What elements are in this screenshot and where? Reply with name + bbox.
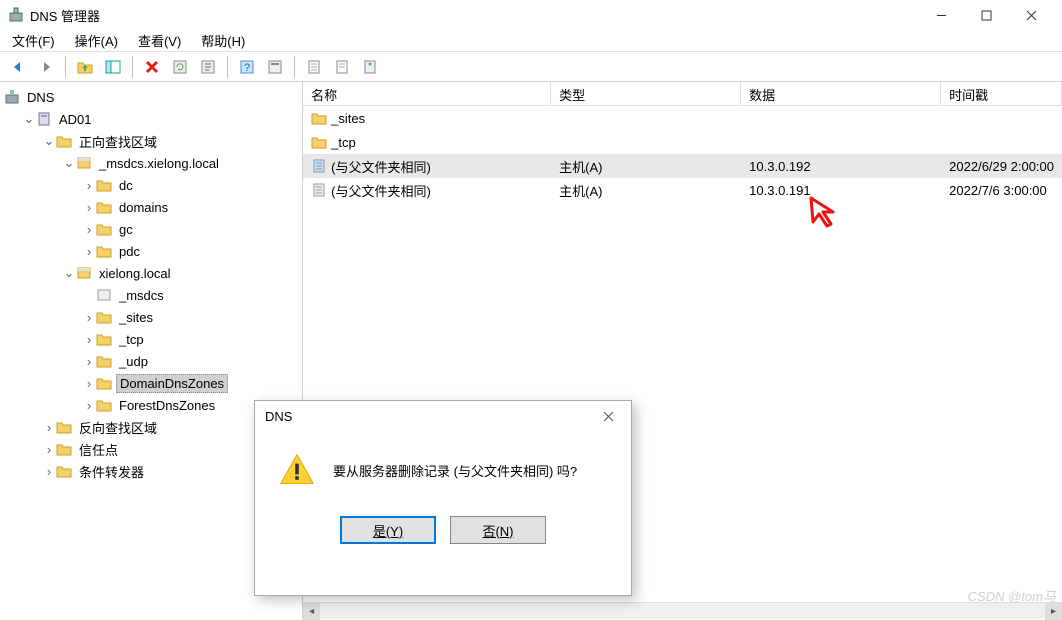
close-button[interactable] — [1009, 0, 1054, 30]
tree-gc[interactable]: ›gc — [4, 218, 298, 240]
dialog-title: DNS — [265, 409, 595, 424]
folder-icon — [311, 110, 327, 126]
tree-root-dns[interactable]: DNS — [4, 86, 298, 108]
folder-icon — [96, 177, 112, 193]
maximize-button[interactable] — [964, 0, 1009, 30]
dialog-titlebar: DNS — [255, 401, 631, 431]
menubar: 文件(F) 操作(A) 查看(V) 帮助(H) — [0, 30, 1062, 52]
folder-icon — [56, 441, 72, 457]
folder-icon — [56, 419, 72, 435]
dialog-message: 要从服务器删除记录 (与父文件夹相同) 吗? — [333, 461, 577, 480]
list-row[interactable]: (与父文件夹相同) 主机(A) 10.3.0.192 2022/6/29 2:0… — [303, 154, 1062, 178]
zone-icon — [96, 287, 112, 303]
titlebar: DNS 管理器 — [0, 0, 1062, 30]
new-zone-button[interactable] — [330, 55, 354, 79]
yes-button[interactable]: 是(Y) — [340, 516, 436, 544]
record-icon — [311, 158, 327, 174]
up-button[interactable] — [73, 55, 97, 79]
folder-icon — [96, 331, 112, 347]
tree-sub-sites[interactable]: ›_sites — [4, 306, 298, 328]
menu-view[interactable]: 查看(V) — [132, 29, 187, 52]
menu-file[interactable]: 文件(F) — [6, 29, 61, 52]
annotation-arrow-icon — [805, 192, 845, 235]
refresh-button[interactable] — [168, 55, 192, 79]
horizontal-scrollbar[interactable]: ◂ ▸ — [303, 602, 1062, 619]
tree-domain-dns-zones[interactable]: ›DomainDnsZones — [4, 372, 298, 394]
list-row[interactable]: (与父文件夹相同) 主机(A) 10.3.0.191 2022/7/6 3:00… — [303, 178, 1062, 202]
dns-icon — [4, 89, 20, 105]
svg-text:?: ? — [244, 62, 250, 74]
nav-back-button[interactable] — [6, 55, 30, 79]
window-title: DNS 管理器 — [30, 6, 919, 25]
filter-button[interactable] — [358, 55, 382, 79]
properties-button[interactable] — [263, 55, 287, 79]
list-header: 名称 类型 数据 时间戳 — [303, 82, 1062, 106]
tree-msdcs-zone[interactable]: ⌄ _msdcs.xielong.local — [4, 152, 298, 174]
show-hide-tree-button[interactable] — [101, 55, 125, 79]
minimize-button[interactable] — [919, 0, 964, 30]
menu-help[interactable]: 帮助(H) — [195, 29, 251, 52]
folder-icon — [56, 463, 72, 479]
delete-button[interactable] — [140, 55, 164, 79]
tree-domain-zone[interactable]: ⌄ xielong.local — [4, 262, 298, 284]
zone-icon — [76, 265, 92, 281]
tree-sub-udp[interactable]: ›_udp — [4, 350, 298, 372]
tree-domains[interactable]: ›domains — [4, 196, 298, 218]
tree-forward-zone[interactable]: ⌄ 正向查找区域 — [4, 130, 298, 152]
help-button[interactable]: ? — [235, 55, 259, 79]
watermark: CSDN @tom马 — [968, 586, 1056, 605]
folder-icon — [96, 375, 112, 391]
server-icon — [36, 111, 52, 127]
tree-sub-tcp[interactable]: ›_tcp — [4, 328, 298, 350]
record-icon — [311, 182, 327, 198]
header-data[interactable]: 数据 — [741, 82, 941, 105]
tree-dc[interactable]: ›dc — [4, 174, 298, 196]
tree-server[interactable]: ⌄ AD01 — [4, 108, 298, 130]
folder-icon — [96, 221, 112, 237]
nav-forward-button[interactable] — [34, 55, 58, 79]
header-timestamp[interactable]: 时间戳 — [941, 82, 1062, 105]
header-type[interactable]: 类型 — [551, 82, 741, 105]
header-name[interactable]: 名称 — [303, 82, 551, 105]
list-row[interactable]: _sites — [303, 106, 1062, 130]
warning-icon — [279, 451, 315, 490]
list-row[interactable]: _tcp — [303, 130, 1062, 154]
app-icon — [8, 7, 24, 23]
scroll-left-button[interactable]: ◂ — [303, 603, 320, 620]
folder-icon — [96, 309, 112, 325]
folder-icon — [96, 243, 112, 259]
dialog-close-button[interactable] — [595, 403, 621, 429]
new-record-button[interactable] — [302, 55, 326, 79]
folder-icon — [96, 353, 112, 369]
zone-icon — [76, 155, 92, 171]
folder-icon — [96, 199, 112, 215]
scroll-right-button[interactable]: ▸ — [1045, 603, 1062, 620]
folder-icon — [311, 134, 327, 150]
no-button[interactable]: 否(N) — [450, 516, 546, 544]
toolbar: ? — [0, 52, 1062, 82]
tree-sub-msdcs[interactable]: _msdcs — [4, 284, 298, 306]
folder-icon — [56, 133, 72, 149]
folder-icon — [96, 397, 112, 413]
confirm-dialog: DNS 要从服务器删除记录 (与父文件夹相同) 吗? 是(Y) 否(N) — [254, 400, 632, 596]
menu-action[interactable]: 操作(A) — [69, 29, 124, 52]
export-button[interactable] — [196, 55, 220, 79]
tree-pdc[interactable]: ›pdc — [4, 240, 298, 262]
